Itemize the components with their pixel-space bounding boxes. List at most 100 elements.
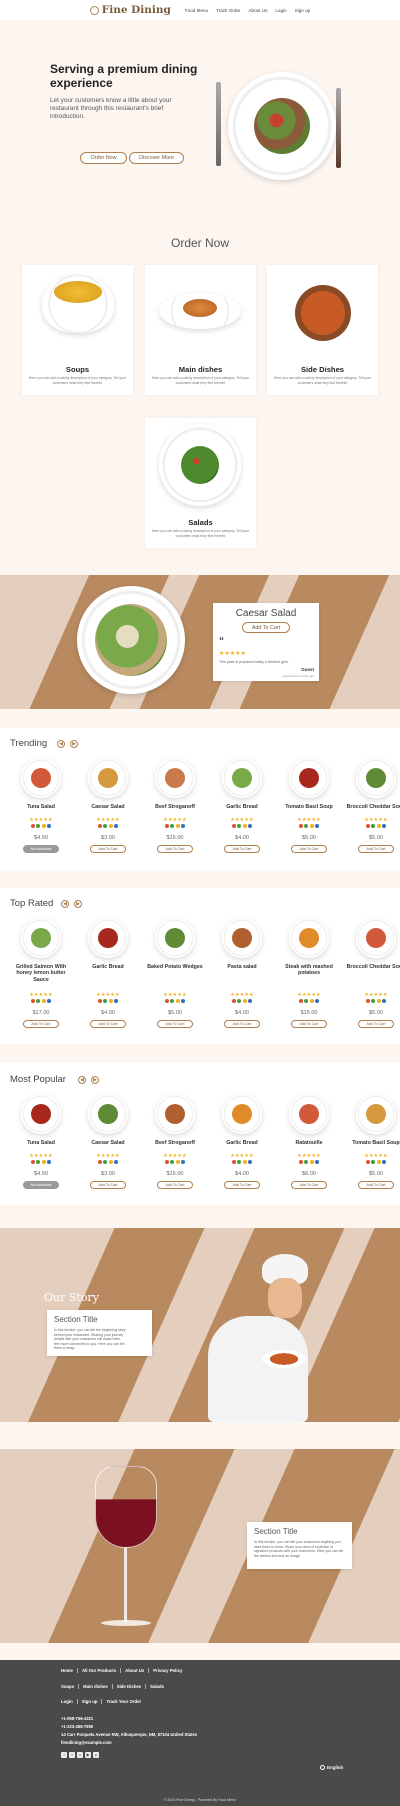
logo-icon [89, 5, 99, 15]
footer [0, 1660, 400, 1806]
product-name: Broccoli Cheddar Soup [346, 964, 400, 970]
add-to-cart-button[interactable]: Add To Cart [157, 1020, 193, 1028]
diet-icon [248, 824, 253, 828]
trending-section [0, 728, 400, 870]
footer-links-row2: Soups Main dishes Side Dishes Salads [61, 1684, 168, 1689]
diet-icon [164, 824, 169, 828]
dietary-icons [144, 1160, 206, 1164]
product-name: Tuna Salad [27, 804, 55, 810]
add-to-cart-button[interactable]: Add To Cart [157, 1181, 193, 1189]
product-image [222, 918, 262, 958]
footer-link[interactable]: About Us [121, 1668, 150, 1673]
footer-phone-1[interactable]: +1-958-756-4321 [61, 1716, 93, 1721]
nav-sign-up[interactable]: Sign up [295, 8, 311, 13]
next-arrow-icon[interactable]: ▶ [74, 900, 82, 908]
product-price: $4.00 [235, 835, 249, 841]
add-to-cart-button[interactable]: Add To Cart [358, 1181, 394, 1189]
footer-link[interactable]: Main dishes [79, 1684, 113, 1689]
footer-links-row3: Login Sign up Track Your Order [61, 1699, 145, 1704]
diet-icon [376, 999, 381, 1003]
footer-link[interactable]: All Our Products [78, 1668, 122, 1673]
dietary-icons [77, 1160, 139, 1164]
dietary-icons [345, 999, 400, 1003]
diet-icon [175, 999, 180, 1003]
footer-link[interactable]: Salads [146, 1684, 168, 1689]
add-to-cart-button[interactable]: Add To Cart [291, 845, 327, 853]
add-to-cart-button[interactable]: Add To Cart [90, 1020, 126, 1028]
youtube-icon[interactable]: ▶ [85, 1752, 91, 1758]
hero-title: Serving a premium dining experience [50, 62, 198, 90]
brand-logo[interactable]: Fine Dining [89, 4, 171, 16]
product-price: $5.00 [302, 835, 316, 841]
footer-link[interactable]: Home [61, 1668, 78, 1673]
instagram-icon[interactable]: o [77, 1752, 83, 1758]
footer-email[interactable]: finedining@example.com [61, 1740, 112, 1745]
footer-link[interactable]: Track Your Order [102, 1699, 145, 1704]
not-available-button[interactable]: Not Available [23, 1181, 59, 1189]
footer-links-row1: Home All Our Products About Us Privacy P… [61, 1668, 186, 1673]
add-to-cart-button[interactable]: Add To Cart [90, 1181, 126, 1189]
category-card-main-dishes[interactable]: Main dishes Here you can add a catchy de… [145, 265, 256, 395]
nav-track-order[interactable]: Track Order [216, 8, 240, 13]
review-author-sub: Latest Result months ago [282, 674, 314, 678]
prev-arrow-icon[interactable]: ◀ [61, 900, 69, 908]
dietary-icons [278, 999, 340, 1003]
diet-icon [231, 824, 236, 828]
next-arrow-icon[interactable]: ▶ [70, 740, 78, 748]
diet-icon [103, 824, 108, 828]
category-name: Soups [65, 365, 90, 374]
product-price: $17.00 [32, 1010, 50, 1016]
facebook-icon[interactable]: f [61, 1752, 67, 1758]
dietary-icons [211, 999, 273, 1003]
nav-login[interactable]: Login [275, 8, 286, 13]
add-to-cart-button[interactable]: Add To Cart [90, 845, 126, 853]
featured-add-to-cart-button[interactable]: Add To Cart [242, 622, 290, 633]
add-to-cart-button[interactable]: Add To Cart [358, 1020, 394, 1028]
product-price: $5.00 [168, 1010, 182, 1016]
not-available-button[interactable]: Not Available [23, 845, 59, 853]
diet-icon [309, 999, 314, 1003]
diet-icon [382, 999, 387, 1003]
category-card-side-dishes[interactable]: Side Dishes Here you can add a catchy de… [267, 265, 378, 395]
discover-more-button[interactable]: Discover More [129, 152, 184, 164]
add-to-cart-button[interactable]: Add To Cart [224, 1020, 260, 1028]
category-card-salads[interactable]: Salads Here you can add a catchy descrip… [145, 418, 256, 548]
story-card-title: Section Title [54, 1315, 98, 1324]
diet-icon [170, 999, 175, 1003]
product-image [289, 918, 329, 958]
dietary-icons [77, 824, 139, 828]
prev-arrow-icon[interactable]: ◀ [57, 740, 65, 748]
footer-link[interactable]: Sign up [78, 1699, 103, 1704]
diet-icon [248, 1160, 253, 1164]
dietary-icons [144, 824, 206, 828]
footer-phone-2[interactable]: +1-223-456-7890 [61, 1724, 93, 1729]
diet-icon [382, 824, 387, 828]
nav-about-us[interactable]: About Us [248, 8, 267, 13]
wine-card-title: Section Title [254, 1527, 298, 1536]
add-to-cart-button[interactable]: Add To Cart [358, 845, 394, 853]
diet-icon [371, 999, 376, 1003]
diet-icon [304, 999, 309, 1003]
diet-icon [47, 1160, 52, 1164]
nav-food-menu[interactable]: Food Menu [185, 8, 208, 13]
twitter-icon[interactable]: t [69, 1752, 75, 1758]
category-card-soups[interactable]: Soups Here you can add a catchy descript… [22, 265, 133, 395]
prev-arrow-icon[interactable]: ◀ [78, 1076, 86, 1084]
add-to-cart-button[interactable]: Add To Cart [291, 1020, 327, 1028]
add-to-cart-button[interactable]: Add To Cart [291, 1181, 327, 1189]
next-arrow-icon[interactable]: ▶ [91, 1076, 99, 1084]
dietary-icons [211, 824, 273, 828]
footer-link[interactable]: Soups [61, 1684, 80, 1689]
footer-link[interactable]: Login [61, 1699, 78, 1704]
add-to-cart-button[interactable]: Add To Cart [224, 1181, 260, 1189]
product-name: Caesar Salad [91, 804, 125, 810]
add-to-cart-button[interactable]: Add To Cart [157, 845, 193, 853]
add-to-cart-button[interactable]: Add To Cart [23, 1020, 59, 1028]
order-now-button[interactable]: Order Now [80, 152, 127, 164]
footer-link[interactable]: Side Dishes [113, 1684, 147, 1689]
pinterest-icon[interactable]: p [93, 1752, 99, 1758]
diet-icon [365, 1160, 370, 1164]
language-selector[interactable]: English [320, 1765, 343, 1770]
footer-link[interactable]: Privacy Policy [149, 1668, 186, 1673]
add-to-cart-button[interactable]: Add To Cart [224, 845, 260, 853]
